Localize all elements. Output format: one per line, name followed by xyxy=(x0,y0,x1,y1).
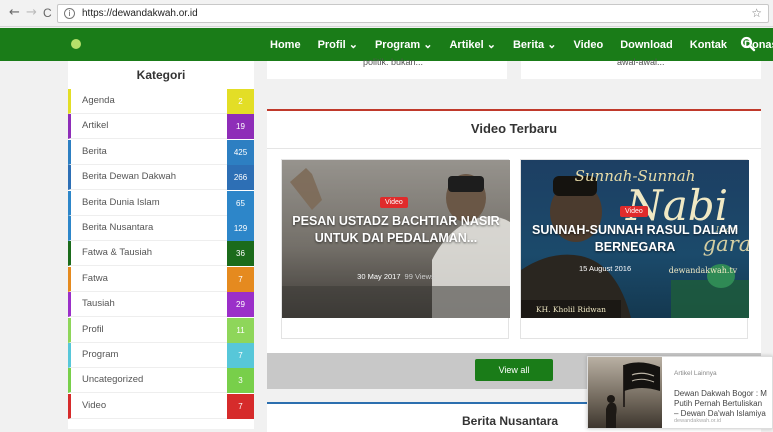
forward-arrow-icon[interactable]: → xyxy=(26,6,37,20)
category-count-badge: 36 xyxy=(227,241,254,267)
video-meta: 30 May 2017 99 Views xyxy=(282,272,510,281)
category-label[interactable]: Video xyxy=(82,400,106,411)
category-item[interactable]: Artikel 19 xyxy=(68,114,254,140)
post-snippet: awal-awal... xyxy=(617,57,665,67)
reload-icon[interactable]: C xyxy=(43,6,52,20)
category-count-badge: 7 xyxy=(227,343,254,368)
video-title[interactable]: PESAN USTADZ BACHTIAR NASIR UNTUK DAI PE… xyxy=(290,213,502,247)
category-label[interactable]: Berita Nusantara xyxy=(82,222,153,233)
menu-profil[interactable]: Profil ⌄ xyxy=(318,38,358,51)
category-item[interactable]: Tausiah 29 xyxy=(68,292,254,318)
menu-download[interactable]: Download xyxy=(620,39,673,51)
site-info-icon[interactable]: i xyxy=(64,8,75,19)
video-section: Video Terbaru Video PESAN USTADZ BACHTIA… xyxy=(267,109,761,353)
category-item[interactable]: Video 7 xyxy=(68,393,254,419)
bookmark-star-icon[interactable]: ☆ xyxy=(751,6,762,20)
category-label[interactable]: Profil xyxy=(82,324,104,335)
address-bar[interactable]: i https://dewandakwah.or.id ☆ xyxy=(57,4,769,23)
category-label[interactable]: Tausiah xyxy=(82,298,115,309)
popup-label: Artikel Lainnya xyxy=(674,370,717,377)
video-thumbnail[interactable]: Sunnah-Sunnah Nabi Islam gara dewandakwa… xyxy=(521,160,749,318)
category-item[interactable]: Fatwa & Tausiah 36 xyxy=(68,241,254,267)
category-label[interactable]: Artikel xyxy=(82,120,108,131)
category-count-badge: 11 xyxy=(227,317,254,343)
category-label[interactable]: Fatwa xyxy=(82,273,108,284)
category-item[interactable]: Berita Dewan Dakwah 266 xyxy=(68,165,254,191)
post-card-left[interactable]: politik. bukan... xyxy=(267,57,507,79)
menu-program[interactable]: Program ⌄ xyxy=(375,38,433,51)
category-sidebar: Kategori Agenda 2 Artikel 19 Berita 425 Berita… xyxy=(68,61,254,429)
category-item[interactable]: Berita Dunia Islam 65 xyxy=(68,190,254,216)
category-label[interactable]: Berita xyxy=(82,146,107,157)
site-logo[interactable] xyxy=(71,39,81,49)
related-article-popup[interactable]: Artikel Lainnya Dewan Dakwah Bogor : M P… xyxy=(587,356,773,429)
video-views: 99 Views xyxy=(404,272,435,281)
category-count-badge: 425 xyxy=(227,139,254,165)
flag-image xyxy=(606,362,660,428)
menu-video[interactable]: Video xyxy=(573,39,603,51)
search-icon[interactable] xyxy=(740,36,756,52)
category-count-badge: 3 xyxy=(227,368,254,394)
category-item[interactable]: Agenda 2 xyxy=(68,89,254,114)
menu-home[interactable]: Home xyxy=(270,39,301,51)
popup-image[interactable] xyxy=(588,357,662,428)
category-label[interactable]: Fatwa & Tausiah xyxy=(82,247,152,258)
post-card-right[interactable]: awal-awal... xyxy=(521,57,761,79)
video-card[interactable]: Video PESAN USTADZ BACHTIAR NASIR UNTUK … xyxy=(281,159,510,339)
category-label[interactable]: Program xyxy=(82,349,118,360)
video-date: 30 May 2017 xyxy=(357,272,401,281)
url-text[interactable]: https://dewandakwah.or.id xyxy=(82,8,198,19)
category-label[interactable]: Uncategorized xyxy=(82,374,143,385)
menu-kontak[interactable]: Kontak xyxy=(690,39,727,51)
berita-nusantara-title: Berita Nusantara xyxy=(462,414,559,428)
category-count-badge: 129 xyxy=(227,216,254,241)
video-badge: Video xyxy=(380,197,408,208)
category-item[interactable]: Uncategorized 3 xyxy=(68,368,254,394)
video-card[interactable]: Sunnah-Sunnah Nabi Islam gara dewandakwa… xyxy=(520,159,749,339)
popup-site: dewandakwah.or.id xyxy=(674,418,722,424)
video-meta: 15 August 2016 xyxy=(579,264,749,273)
menu-berita[interactable]: Berita ⌄ xyxy=(513,38,556,51)
sidebar-title: Kategori xyxy=(136,68,186,82)
video-thumbnail[interactable]: Video PESAN USTADZ BACHTIAR NASIR UNTUK … xyxy=(282,160,510,318)
back-arrow-icon[interactable]: ← xyxy=(9,6,20,20)
category-count-badge: 7 xyxy=(227,393,254,419)
category-count-badge: 19 xyxy=(227,114,254,140)
post-snippet: politik. bukan... xyxy=(363,57,424,67)
category-count-badge: 7 xyxy=(227,266,254,292)
video-title[interactable]: SUNNAH-SUNNAH RASUL DALAM BERNEGARA xyxy=(529,222,741,256)
category-label[interactable]: Berita Dunia Islam xyxy=(82,197,160,208)
category-count-badge: 29 xyxy=(227,292,254,318)
category-item[interactable]: Berita Nusantara 129 xyxy=(68,216,254,241)
video-date: 15 August 2016 xyxy=(579,264,632,273)
divider xyxy=(267,148,761,149)
category-label[interactable]: Agenda xyxy=(82,95,115,106)
popup-article-title[interactable]: Dewan Dakwah Bogor : M Putih Pernah Bert… xyxy=(674,389,772,419)
category-item[interactable]: Program 7 xyxy=(68,343,254,368)
category-count-badge: 2 xyxy=(227,89,254,114)
category-item[interactable]: Profil 11 xyxy=(68,317,254,343)
menu-artikel[interactable]: Artikel ⌄ xyxy=(449,38,496,51)
browser-toolbar: ← → C i https://dewandakwah.or.id ☆ xyxy=(0,0,773,27)
category-count-badge: 65 xyxy=(227,190,254,216)
view-all-button[interactable]: View all xyxy=(475,359,553,381)
video-section-title: Video Terbaru xyxy=(470,121,558,136)
category-item[interactable]: Berita 425 xyxy=(68,139,254,165)
thumb-name-text: KH. Kholil Ridwan xyxy=(536,305,606,314)
category-item[interactable]: Fatwa 7 xyxy=(68,266,254,292)
video-badge: Video xyxy=(620,206,648,217)
main-menu: Home Profil ⌄ Program ⌄ Artikel ⌄ Berita… xyxy=(270,28,773,61)
category-count-badge: 266 xyxy=(227,165,254,191)
category-label[interactable]: Berita Dewan Dakwah xyxy=(82,171,176,182)
